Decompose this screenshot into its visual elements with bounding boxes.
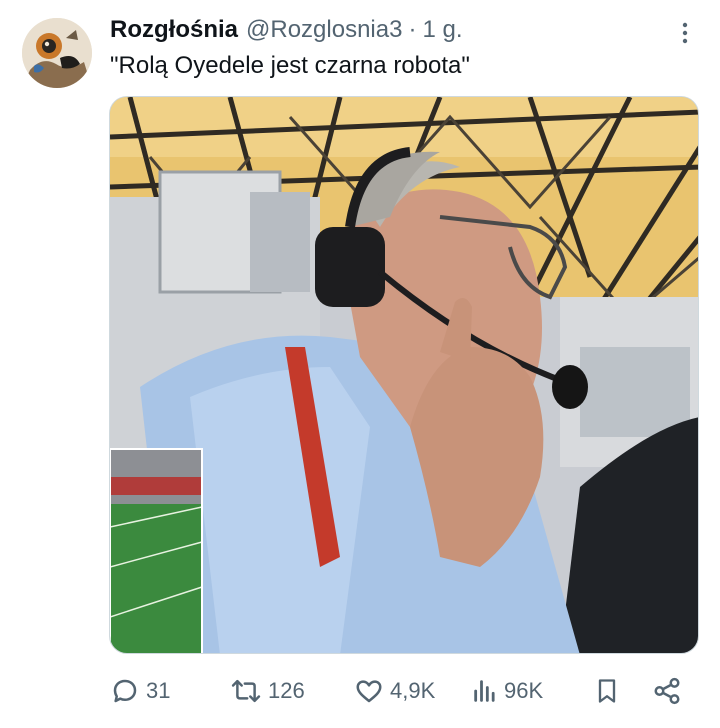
tweet-text: "Rolą Oyedele jest czarna robota" — [110, 52, 470, 79]
reply-bubble-icon — [113, 679, 137, 703]
tweet-header: Rozgłośnia @Rozglosnia3 · 1 g. — [110, 14, 463, 46]
views-count: 96K — [504, 678, 544, 703]
like-count: 4,9K — [390, 678, 436, 703]
share-icon — [654, 677, 680, 705]
action-bar: 31 126 4,9K 96K — [108, 672, 698, 710]
views-bars-icon — [474, 680, 495, 702]
retweet-button[interactable]: 126 — [230, 672, 305, 710]
more-vertical-icon — [682, 22, 688, 44]
video-frame — [110, 97, 698, 653]
reply-count: 31 — [146, 678, 171, 703]
bookmark-icon — [598, 679, 616, 703]
bookmark-button[interactable] — [593, 672, 621, 710]
author-handle[interactable]: @Rozglosnia3 — [246, 16, 402, 44]
author-name[interactable]: Rozgłośnia — [110, 16, 238, 44]
more-options-button[interactable] — [672, 18, 698, 48]
reply-button[interactable]: 31 — [110, 672, 170, 710]
retweet-arrows-icon — [231, 679, 261, 703]
retweet-count: 126 — [268, 678, 305, 703]
avatar-image — [22, 18, 92, 88]
tweet-timestamp[interactable]: 1 g. — [422, 16, 462, 44]
like-button[interactable]: 4,9K — [354, 672, 435, 710]
tweet-card[interactable]: Rozgłośnia @Rozglosnia3 · 1 g. "Rolą Oye… — [0, 0, 720, 728]
views-button[interactable]: 96K — [472, 672, 543, 710]
heart-icon — [356, 680, 382, 703]
avatar[interactable] — [22, 18, 92, 88]
share-button[interactable] — [652, 672, 682, 710]
header-separator: · — [408, 16, 417, 43]
tweet-media-video[interactable] — [109, 96, 699, 654]
